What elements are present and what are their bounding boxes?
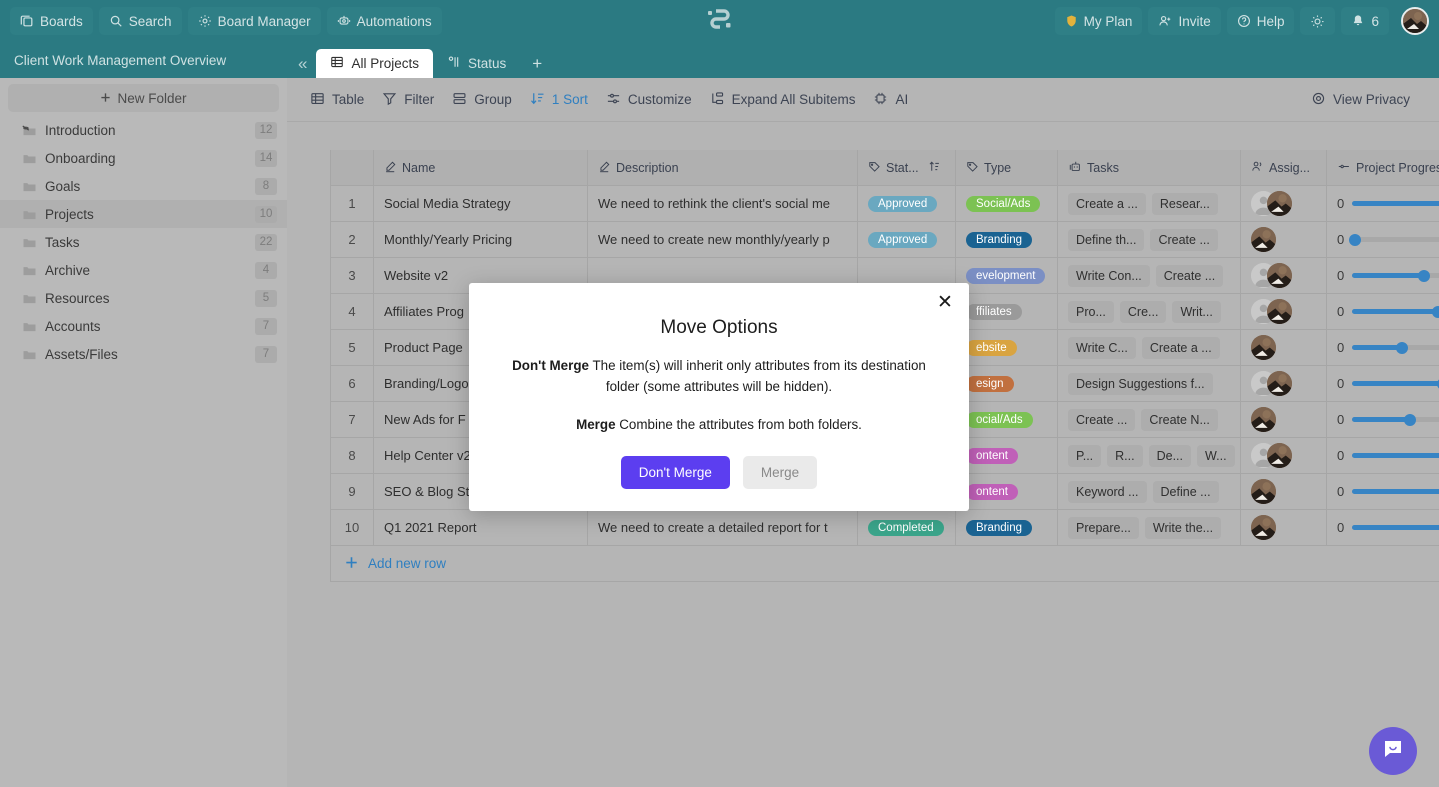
merge-button[interactable]: Merge [742, 456, 818, 490]
modal-title: Move Options [660, 317, 778, 338]
modal-actions: Don't Merge Merge [503, 456, 935, 490]
modal-merge-text: Combine the attributes from both folders… [615, 416, 862, 432]
move-options-modal: ✕ Move Options Don't Merge The item(s) w… [469, 283, 969, 511]
dont-merge-button[interactable]: Don't Merge [620, 456, 730, 490]
modal-paragraph-merge: Merge Combine the attributes from both f… [503, 414, 935, 435]
modal-dont-merge-term: Don't Merge [512, 358, 589, 373]
app-root: Boards Search Board Manager Automations … [0, 0, 1439, 787]
modal-merge-term: Merge [576, 416, 616, 432]
modal-dont-merge-text: The item(s) will inherit only attributes… [588, 358, 926, 395]
modal-overlay: ✕ Move Options Don't Merge The item(s) w… [0, 0, 1439, 787]
modal-paragraph-dont-merge: Don't Merge The item(s) will inherit onl… [503, 355, 935, 398]
close-icon[interactable]: ✕ [935, 293, 955, 312]
